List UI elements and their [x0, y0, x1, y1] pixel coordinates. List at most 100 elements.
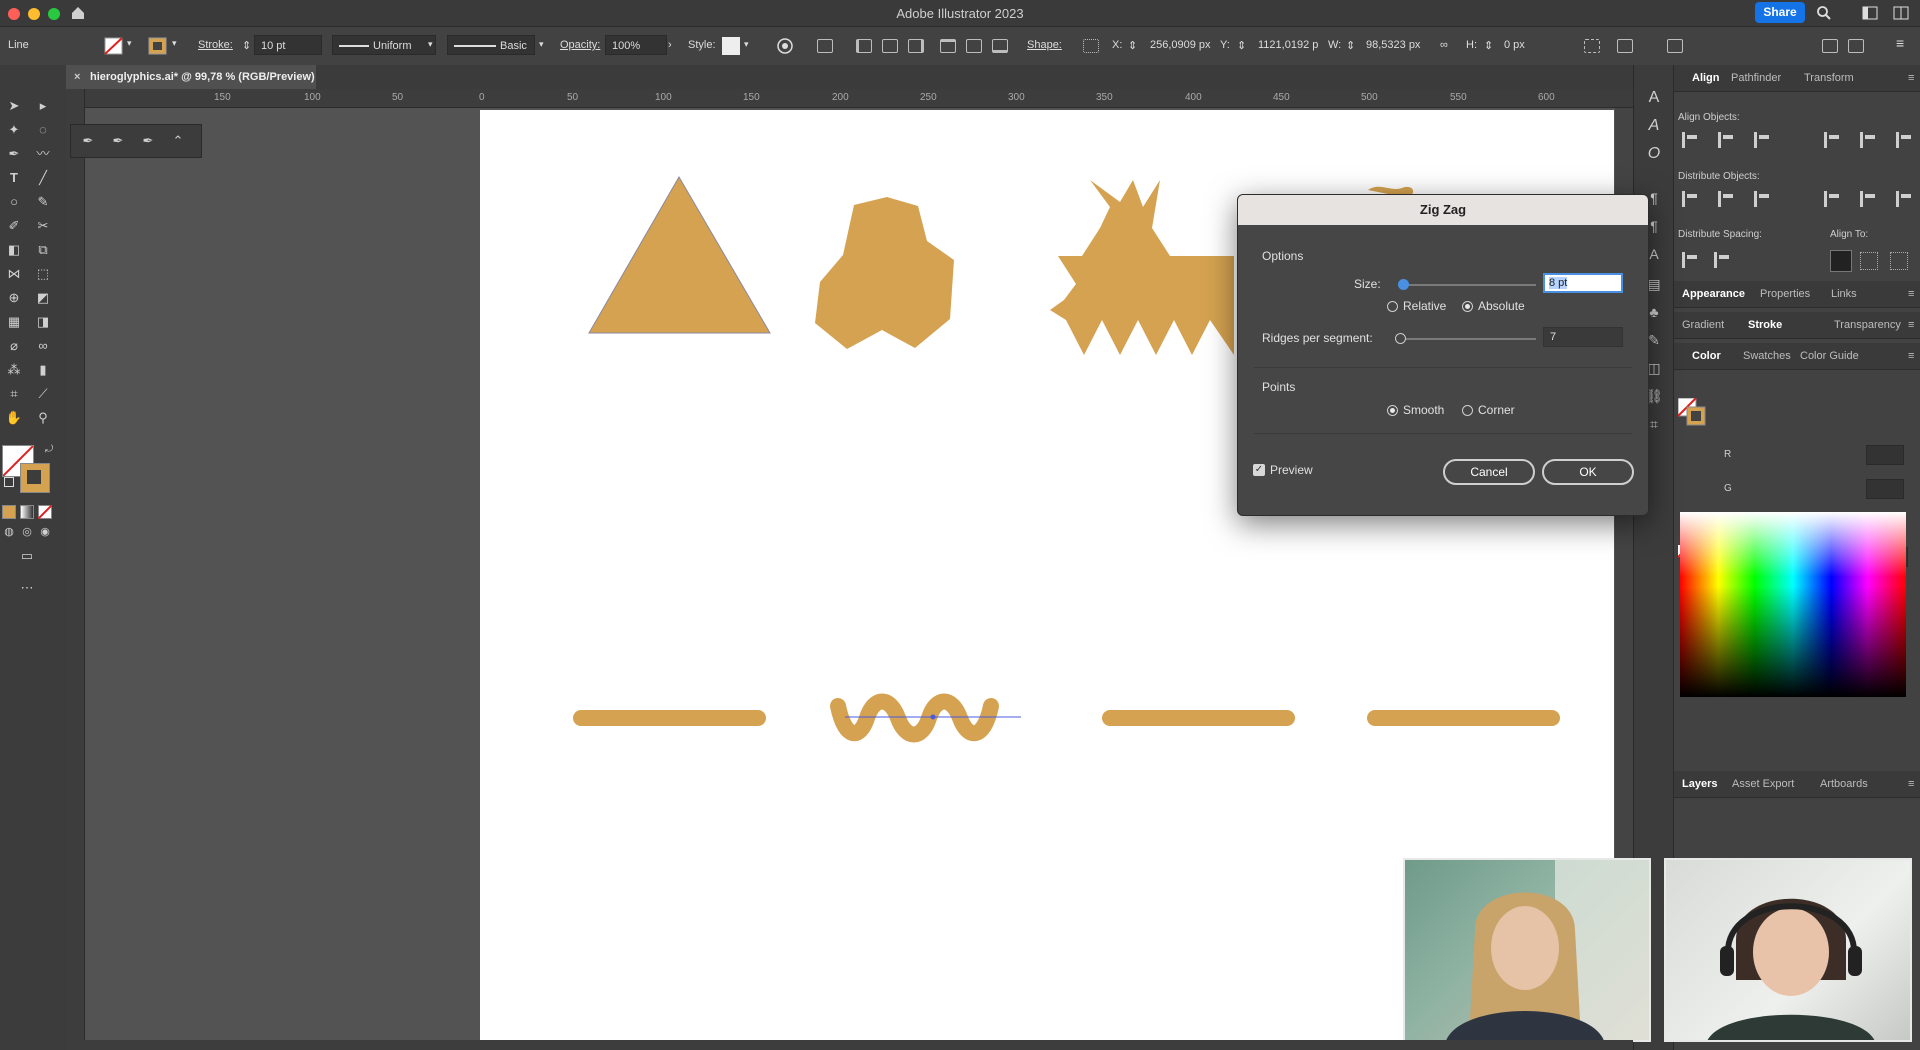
tab-appearance[interactable]: Appearance	[1682, 288, 1745, 300]
tab-links[interactable]: Links	[1831, 288, 1857, 300]
chevron-down-icon[interactable]: ▾	[744, 39, 749, 50]
fill-none-swatch[interactable]	[104, 37, 124, 55]
stepper-icon[interactable]: ⇕	[242, 39, 251, 52]
align-left-icon[interactable]	[1682, 132, 1700, 148]
pen-tool-icon[interactable]: ✒	[5, 145, 23, 163]
tab-artboards[interactable]: Artboards	[1820, 778, 1868, 790]
menu-icon[interactable]: ≡	[1896, 35, 1904, 51]
chevron-down-icon[interactable]: ▾	[428, 39, 433, 50]
panel-menu-icon[interactable]: ≡	[1908, 319, 1914, 331]
y-value[interactable]: 1121,0192 p	[1258, 39, 1318, 51]
chevron-down-icon[interactable]: ▾	[127, 38, 132, 49]
gradient-tool-icon[interactable]: ◨	[34, 313, 52, 331]
more-tools-icon[interactable]: ⋯	[18, 579, 36, 597]
zoom-tool-icon[interactable]: ⚲	[34, 409, 52, 427]
add-anchor-point-tool-icon[interactable]: ✒	[109, 132, 127, 150]
size-slider-handle[interactable]	[1398, 279, 1409, 290]
scale-tool-icon[interactable]: ⧉	[34, 241, 52, 259]
align-horizontal-center-icon[interactable]	[882, 39, 898, 53]
selection-tool-icon[interactable]: ➤	[5, 97, 23, 115]
align-right-icon[interactable]	[1754, 132, 1772, 148]
draw-inside-icon[interactable]: ◉	[36, 523, 54, 541]
link-proportions-icon[interactable]: ∞	[1440, 39, 1448, 51]
draw-normal-icon[interactable]: ◍	[0, 523, 18, 541]
align-bottom-icon[interactable]	[992, 39, 1008, 53]
color-fill-stroke-swatch[interactable]	[1678, 398, 1706, 426]
triangle-shape[interactable]	[588, 176, 771, 334]
brush-definition[interactable]: Basic	[447, 35, 535, 55]
chevron-down-icon[interactable]: ▾	[172, 38, 177, 49]
symbol-sprayer-tool-icon[interactable]: ⁂	[5, 361, 23, 379]
eyedropper-tool-icon[interactable]: ⌀	[5, 337, 23, 355]
live-paint-tool-icon[interactable]: ◩	[34, 289, 52, 307]
workspace-icon[interactable]	[1862, 6, 1878, 20]
artboard-tool-icon[interactable]: ⌗	[5, 385, 23, 403]
chevron-down-icon[interactable]: ▾	[539, 39, 544, 50]
distribute-hspace-icon[interactable]	[1714, 252, 1732, 268]
opacity-label[interactable]: Opacity:	[560, 39, 600, 51]
isolate-icon[interactable]	[1667, 39, 1683, 53]
panel-menu-icon[interactable]: ≡	[1908, 288, 1914, 300]
scissors-tool-icon[interactable]: ✂	[34, 217, 52, 235]
w-value[interactable]: 98,5323 px	[1366, 39, 1420, 51]
shape-builder-tool-icon[interactable]: ⊕	[5, 289, 23, 307]
blend-tool-icon[interactable]: ∞	[34, 337, 52, 355]
align-horizontal-center-icon[interactable]	[1718, 132, 1736, 148]
panel-menu-icon[interactable]: ≡	[1908, 350, 1914, 362]
distribute-top-icon[interactable]	[1682, 191, 1700, 207]
panel-menu-icon[interactable]: ≡	[1908, 72, 1914, 84]
line-tool-icon[interactable]: ╱	[34, 169, 52, 187]
tab-swatches[interactable]: Swatches	[1743, 350, 1791, 362]
close-tab-icon[interactable]: ×	[74, 65, 80, 89]
reference-point-icon[interactable]	[1083, 39, 1099, 53]
distribute-left-icon[interactable]	[1824, 191, 1842, 207]
mesh-tool-icon[interactable]: ▦	[5, 313, 23, 331]
tab-asset-export[interactable]: Asset Export	[1732, 778, 1794, 790]
glyphs-panel-icon[interactable]: A	[1645, 117, 1663, 135]
graphic-style-swatch[interactable]	[722, 37, 740, 55]
relative-radio[interactable]	[1387, 301, 1398, 312]
stepper-icon[interactable]: ⇕	[1128, 39, 1137, 52]
chevron-right-icon[interactable]: ›	[668, 39, 672, 51]
line-shape-4[interactable]	[1367, 710, 1560, 726]
panel-menu-icon[interactable]: ≡	[1908, 778, 1914, 790]
line-shape-1[interactable]	[573, 710, 766, 726]
align-right-icon[interactable]	[908, 39, 924, 53]
tab-align[interactable]: Align	[1692, 72, 1720, 84]
absolute-radio[interactable]	[1462, 301, 1473, 312]
line-shape-3[interactable]	[1102, 710, 1295, 726]
distribute-vspace-icon[interactable]	[1682, 252, 1700, 268]
anchor-point-tool-icon[interactable]: ⌃	[169, 132, 187, 150]
stroke-weight-field[interactable]: 10 pt	[254, 35, 322, 55]
arrange-icon[interactable]	[1617, 39, 1633, 53]
align-vertical-center-icon[interactable]	[1860, 132, 1878, 148]
swap-colors-icon[interactable]: ⤾	[40, 441, 58, 459]
slice-tool-icon[interactable]: ⟋	[34, 385, 52, 403]
smooth-radio[interactable]	[1387, 405, 1398, 416]
ridges-slider-handle[interactable]	[1395, 333, 1406, 344]
align-to-selection-icon[interactable]	[1860, 252, 1878, 270]
arrange-documents-icon[interactable]	[1893, 6, 1909, 20]
channel-r-field[interactable]	[1866, 445, 1904, 465]
width-tool-icon[interactable]: ⋈	[5, 265, 23, 283]
stroke-color-swatch[interactable]	[148, 37, 168, 55]
color-mode-icon[interactable]	[2, 505, 16, 519]
graph-tool-icon[interactable]: ▮	[34, 361, 52, 379]
vertical-ruler[interactable]	[66, 89, 85, 1050]
stroke-swatch[interactable]	[20, 463, 50, 493]
gradient-mode-icon[interactable]	[20, 505, 34, 519]
recolor-artwork-icon[interactable]	[776, 37, 794, 55]
x-value[interactable]: 256,0909 px	[1150, 39, 1211, 51]
search-icon[interactable]	[1816, 5, 1832, 21]
distribute-bottom-icon[interactable]	[1754, 191, 1772, 207]
character-panel-icon[interactable]: A	[1645, 89, 1663, 107]
zigzag-star-shape[interactable]	[1050, 180, 1234, 355]
document-tab[interactable]: × hieroglyphics.ai* @ 99,78 % (RGB/Previ…	[66, 65, 316, 89]
tab-transparency[interactable]: Transparency	[1834, 319, 1901, 331]
ridges-input[interactable]: 7	[1543, 327, 1623, 347]
corner-radio[interactable]	[1462, 405, 1473, 416]
pen-tool-icon[interactable]: ✒	[79, 132, 97, 150]
stepper-icon[interactable]: ⇕	[1346, 39, 1355, 52]
arrange-panels-icon[interactable]	[1848, 39, 1864, 53]
none-mode-icon[interactable]	[38, 505, 52, 519]
